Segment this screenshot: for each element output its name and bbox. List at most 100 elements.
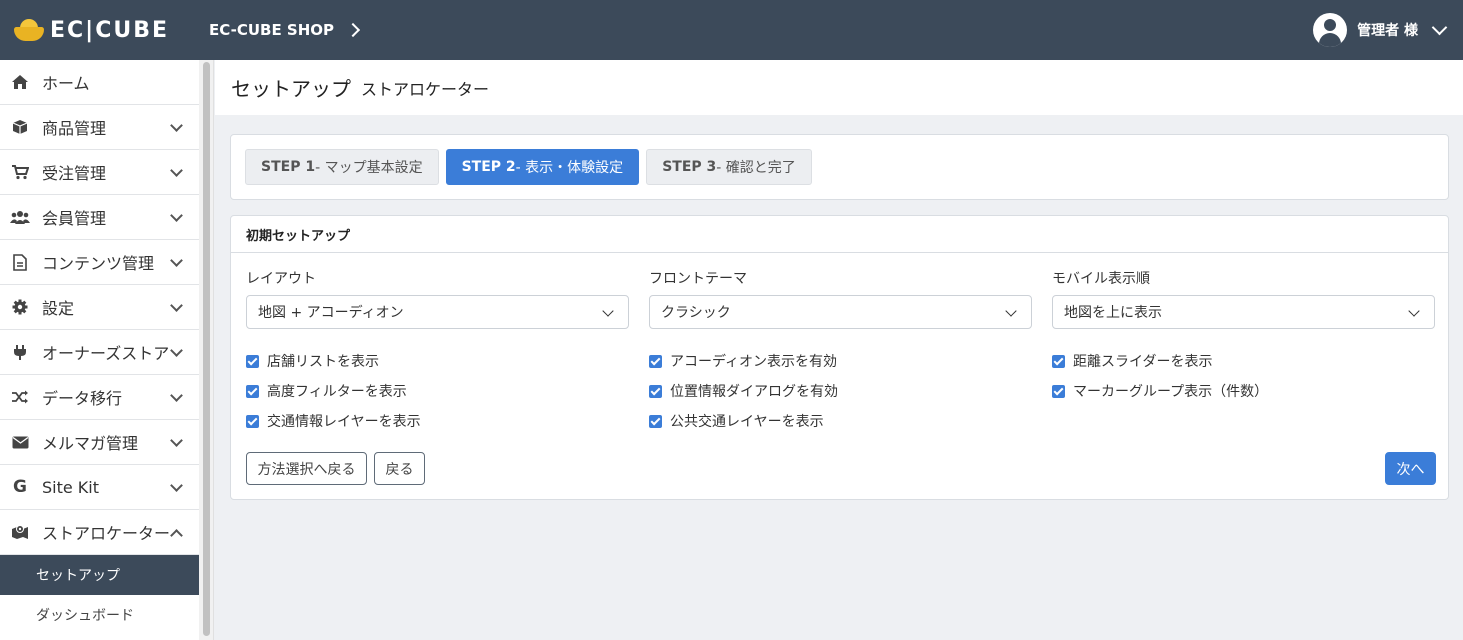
checkbox-label: 位置情報ダイアログを有効 [670,384,838,400]
sidebar-item-data-migration[interactable]: データ移行 [0,375,199,420]
card-title: 初期セットアップ [231,216,1448,253]
checkbox-checked-icon[interactable] [1052,384,1065,398]
sidebar-item-orders[interactable]: 受注管理 [0,150,199,195]
sidebar-item-products[interactable]: 商品管理 [0,105,199,150]
step-label: - マップ基本設定 [315,160,423,176]
sidebar-item-label: コンテンツ管理 [42,254,155,273]
sidebar-item-site-kit[interactable]: G Site Kit [0,465,199,510]
show-transit-layer-checkbox[interactable]: 公共交通レイヤーを表示 [649,406,1032,436]
chevron-down-icon [1408,305,1420,317]
chevron-down-icon [170,254,183,267]
checkbox-checked-icon[interactable] [246,414,259,428]
front-theme-select[interactable]: クラシック [649,295,1032,329]
layout-select[interactable]: 地図 + アコーディオン [246,295,629,329]
google-icon: G [13,477,27,497]
show-advanced-filter-checkbox[interactable]: 高度フィルターを表示 [246,376,629,406]
checkbox-checked-icon[interactable] [649,414,662,428]
sidebar-item-label: データ移行 [42,389,123,408]
step-number: STEP 2 [461,159,516,175]
chevron-down-icon [170,164,183,177]
sidebar: ホーム 商品管理 受注管理 会員管理 コンテンツ管理 設定 オーナーズストア デ… [0,60,199,640]
home-icon [10,73,30,91]
back-button[interactable]: 戻る [374,452,425,485]
sidebar-item-label: 商品管理 [42,119,107,138]
enable-accordion-checkbox[interactable]: アコーディオン表示を有効 [649,346,1032,376]
chevron-down-icon[interactable] [1431,19,1448,35]
checkbox-label: 距離スライダーを表示 [1073,354,1213,370]
user-avatar-icon [1313,13,1348,47]
step-number: STEP 1 [261,159,316,175]
users-icon [10,208,30,226]
chevron-down-icon [170,479,183,492]
sidebar-item-home[interactable]: ホーム [0,60,199,105]
mobile-order-select[interactable]: 地図を上に表示 [1052,295,1435,329]
chevron-down-icon [170,389,183,402]
mobile-order-label: モバイル表示順 [1052,271,1150,287]
select-value: 地図 + アコーディオン [258,305,404,321]
checkbox-label: 公共交通レイヤーを表示 [670,414,824,430]
chevron-up-icon [170,529,183,542]
checkbox-checked-icon[interactable] [1052,354,1065,368]
scrollbar-thumb[interactable] [203,62,210,636]
checkbox-label: 高度フィルターを表示 [267,384,407,400]
box-icon [10,118,30,136]
layout-column: レイアウト 地図 + アコーディオン 店舗リストを表示 高度フィルターを表示 交… [246,268,629,436]
ec-cube-logo[interactable]: EC|CUBE [14,0,169,60]
chevron-down-icon [170,434,183,447]
sidebar-scrollbar[interactable] [199,60,214,640]
sidebar-item-label: 設定 [42,299,75,318]
user-menu[interactable]: 管理者 様 [1313,0,1448,60]
step-1-tab[interactable]: STEP 1 - マップ基本設定 [245,149,439,185]
checkbox-label: 店舗リストを表示 [267,354,379,370]
sidebar-item-members[interactable]: 会員管理 [0,195,199,240]
sidebar-subitem-dashboard[interactable]: ダッシュボード [0,595,199,635]
next-button[interactable]: 次へ [1385,452,1436,485]
sidebar-item-mail-magazine[interactable]: メルマガ管理 [0,420,199,465]
shop-name-link[interactable]: EC-CUBE SHOP [209,21,334,39]
checkbox-label: アコーディオン表示を有効 [670,354,838,370]
sidebar-item-contents[interactable]: コンテンツ管理 [0,240,199,285]
sidebar-subitem-setup[interactable]: セットアップ [0,555,199,595]
chevron-down-icon [170,209,183,222]
show-distance-slider-checkbox[interactable]: 距離スライダーを表示 [1052,346,1435,376]
step-3-tab[interactable]: STEP 3 - 確認と完了 [646,149,812,185]
select-value: 地図を上に表示 [1064,305,1162,321]
sidebar-item-label: 受注管理 [42,164,107,183]
cube-logo-icon [14,19,44,41]
sidebar-item-label: Site Kit [42,477,100,497]
sidebar-item-store-locator[interactable]: ストアロケーター [0,510,199,555]
show-store-list-checkbox[interactable]: 店舗リストを表示 [246,346,629,376]
sidebar-item-settings[interactable]: 設定 [0,285,199,330]
plug-icon [10,343,30,361]
page-header: セットアップ ストアロケーター [215,60,1463,115]
sidebar-item-owners-store[interactable]: オーナーズストア [0,330,199,375]
top-header: EC|CUBE EC-CUBE SHOP 管理者 様 [0,0,1463,60]
sidebar-item-label: 会員管理 [42,209,107,228]
step-label: - 表示・体験設定 [515,160,624,176]
chevron-down-icon [170,299,183,312]
layout-label: レイアウト [246,271,316,287]
select-value: クラシック [661,305,731,321]
theme-label: フロントテーマ [649,271,747,287]
sidebar-item-label: オーナーズストア [42,344,170,363]
envelope-icon [10,433,30,451]
setup-steps: STEP 1 - マップ基本設定 STEP 2 - 表示・体験設定 STEP 3… [230,134,1449,200]
show-traffic-layer-checkbox[interactable]: 交通情報レイヤーを表示 [246,406,629,436]
user-name: 管理者 様 [1357,23,1418,39]
back-to-method-button[interactable]: 方法選択へ戻る [246,452,367,485]
step-2-tab[interactable]: STEP 2 - 表示・体験設定 [445,149,640,185]
show-marker-group-checkbox[interactable]: マーカーグループ表示（件数） [1052,376,1435,406]
logo-text: EC|CUBE [50,17,170,43]
sidebar-item-label: メルマガ管理 [42,434,139,453]
chevron-right-icon[interactable] [345,22,361,38]
file-icon [10,253,30,271]
checkbox-checked-icon[interactable] [246,354,259,368]
step-label: - 確認と完了 [716,160,796,176]
checkbox-checked-icon[interactable] [649,384,662,398]
gear-icon [10,298,30,316]
enable-geolocation-dialog-checkbox[interactable]: 位置情報ダイアログを有効 [649,376,1032,406]
checkbox-checked-icon[interactable] [649,354,662,368]
checkbox-checked-icon[interactable] [246,384,259,398]
sidebar-item-label: ストアロケーター [42,524,171,543]
initial-setup-card: 初期セットアップ レイアウト 地図 + アコーディオン 店舗リストを表示 高度フ… [230,215,1449,500]
